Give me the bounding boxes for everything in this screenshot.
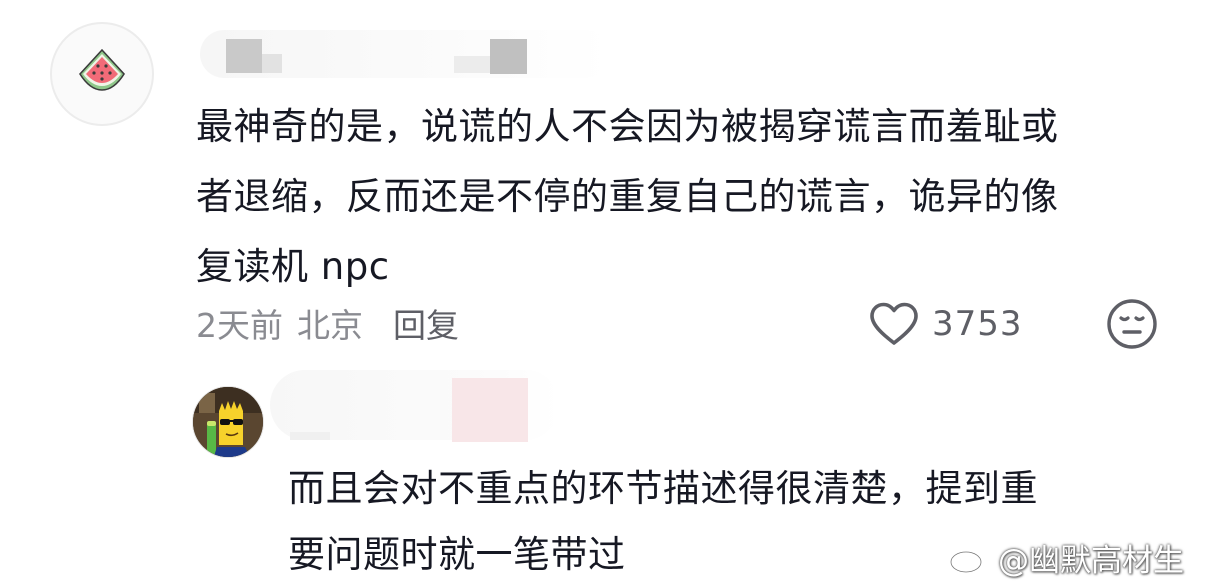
- weibo-logo: [949, 544, 989, 573]
- dislike-button[interactable]: [1104, 296, 1160, 352]
- meh-face-icon: [1107, 299, 1157, 349]
- heart-outline-icon: [870, 302, 918, 345]
- weibo-watermark: @幽默高材生: [948, 535, 1184, 580]
- like-count: 3753: [932, 304, 1023, 344]
- like-button[interactable]: 3753: [868, 296, 1023, 352]
- comment-location: 北京: [297, 306, 363, 345]
- main-comment-meta: 2天前 北京 回复: [196, 298, 459, 348]
- main-commenter-avatar[interactable]: [50, 22, 154, 126]
- main-comment-text: 最神奇的是，说谎的人不会因为被揭穿谎言而羞耻或 者退缩，反而还是不停的重复自己的…: [196, 105, 1059, 288]
- cartoon-avatar: [193, 387, 263, 457]
- reply-button[interactable]: 回复: [393, 299, 459, 347]
- name-redaction-block: [262, 54, 282, 73]
- name-redaction-block: [490, 39, 527, 74]
- name-redaction-block: [452, 378, 528, 442]
- watermelon-icon: [78, 48, 126, 91]
- name-redaction-block: [454, 56, 490, 73]
- name-redaction-block: [290, 432, 330, 440]
- comment-time: 2天前: [196, 306, 283, 345]
- watermark-text: @幽默高材生: [998, 543, 1184, 579]
- reply-commenter-avatar[interactable]: [192, 386, 264, 458]
- name-redaction-block: [226, 39, 262, 73]
